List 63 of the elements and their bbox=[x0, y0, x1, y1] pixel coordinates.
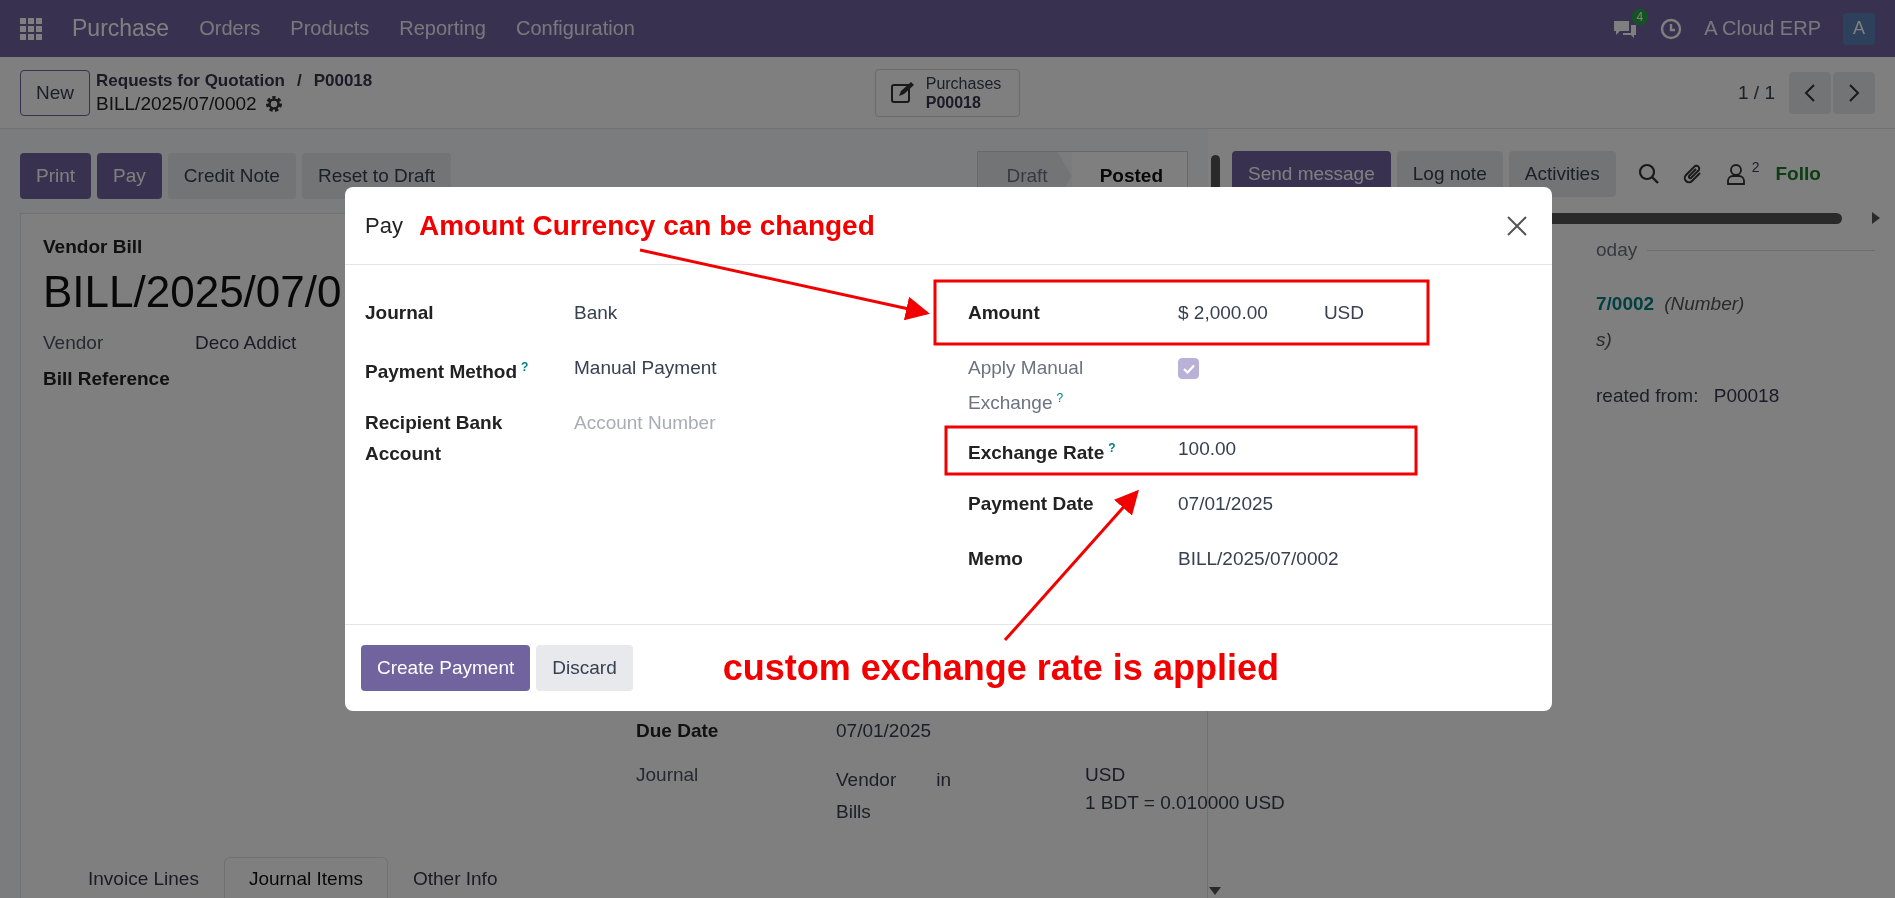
action-button[interactable]: Credit Note bbox=[167, 153, 296, 199]
field-label: Amount bbox=[968, 301, 1041, 325]
field-label: Journal bbox=[636, 764, 700, 786]
field-label: Apply Manual Exchange $^{?}$ bbox=[968, 356, 1085, 416]
dialog-button[interactable]: Create Payment bbox=[361, 645, 531, 691]
field-label: Journal bbox=[365, 301, 435, 325]
dialog-button[interactable]: Discard bbox=[536, 645, 633, 691]
record-name: BILL/2025/07/0002 bbox=[96, 92, 257, 115]
chatter-button[interactable]: Activities bbox=[1508, 151, 1616, 197]
field-value[interactable]: Deco Addict bbox=[195, 332, 297, 354]
field-value[interactable]: 07/01/2025 bbox=[1178, 488, 1532, 520]
field-label: Payment Method $^{?}$ bbox=[365, 359, 530, 385]
smart-button[interactable]: Purchases P00018 bbox=[874, 68, 1021, 117]
menu-item[interactable]: Configuration bbox=[515, 17, 635, 40]
date-divider: oday bbox=[1596, 239, 1638, 261]
tab[interactable]: Invoice Lines bbox=[63, 857, 224, 898]
smart-button-label: Purchases bbox=[925, 73, 1002, 93]
message-link[interactable]: P00018 bbox=[1713, 385, 1780, 407]
record-title: BILL/2025/07/0 bbox=[43, 266, 342, 318]
breadcrumb-link[interactable]: P00018 bbox=[313, 70, 373, 91]
field-value[interactable]: Manual Payment bbox=[574, 352, 968, 384]
menu-item[interactable]: Products bbox=[290, 17, 370, 40]
user-avatar[interactable]: A bbox=[1843, 12, 1875, 45]
annotation-text: Amount Currency can be changed bbox=[418, 209, 875, 242]
action-button[interactable]: Print bbox=[20, 153, 92, 199]
field-value[interactable]: Bank bbox=[574, 297, 968, 329]
menu-item[interactable]: Reporting bbox=[399, 17, 486, 40]
exchange-rate-text: 1 BDT = 0.010000 USD bbox=[1085, 792, 1285, 814]
message-text: s) bbox=[1596, 329, 1612, 351]
currency-link[interactable]: USD bbox=[1085, 764, 1285, 786]
message-link[interactable]: 7/0002 bbox=[1596, 293, 1655, 315]
breadcrumb-separator: / bbox=[296, 70, 302, 91]
follower-count: 2 bbox=[1751, 159, 1760, 175]
field-value[interactable]: BILL/2025/07/0002 bbox=[1178, 543, 1532, 575]
action-button[interactable]: Pay bbox=[97, 153, 162, 199]
field-label: Due Date bbox=[636, 720, 720, 742]
amount-field[interactable]: $ 2,000.00 bbox=[1178, 297, 1268, 329]
field-value[interactable]: 100.00 bbox=[1178, 433, 1532, 465]
menu-item[interactable]: Orders bbox=[199, 17, 261, 40]
field-value: 07/01/2025 bbox=[836, 720, 933, 742]
document-type: Vendor Bill bbox=[43, 236, 143, 258]
currency-field[interactable]: USD bbox=[1323, 297, 1364, 329]
message-text: reated from: bbox=[1596, 385, 1700, 407]
field-label: Bill Reference bbox=[43, 368, 170, 390]
field-value[interactable]: Vendor in Bills bbox=[836, 764, 951, 828]
tab[interactable]: Journal Items bbox=[223, 857, 388, 898]
field-label: Exchange Rate $^{?}$ bbox=[968, 440, 1117, 466]
pager-value: 1 / 1 bbox=[1738, 81, 1775, 104]
smart-button-value: P00018 bbox=[925, 92, 982, 112]
field-label: Recipient Bank Account bbox=[365, 411, 504, 466]
company-name[interactable]: A Cloud ERP bbox=[1704, 17, 1821, 40]
dialog-title: Pay bbox=[365, 212, 403, 239]
notification-badge: 4 bbox=[1631, 8, 1649, 25]
input-field[interactable]: Account Number bbox=[574, 407, 874, 439]
field-label: Payment Date bbox=[968, 492, 1095, 516]
message-text: (Number) bbox=[1664, 293, 1745, 315]
follow-button[interactable]: Follo bbox=[1775, 163, 1821, 185]
new-button[interactable]: New bbox=[20, 69, 90, 116]
field-label: Vendor bbox=[43, 332, 105, 354]
app-name[interactable]: Purchase bbox=[72, 15, 170, 42]
annotation-text: custom exchange rate is applied bbox=[722, 647, 1279, 689]
breadcrumb-link[interactable]: Requests for Quotation bbox=[96, 70, 285, 91]
field-label: Memo bbox=[968, 547, 1024, 571]
